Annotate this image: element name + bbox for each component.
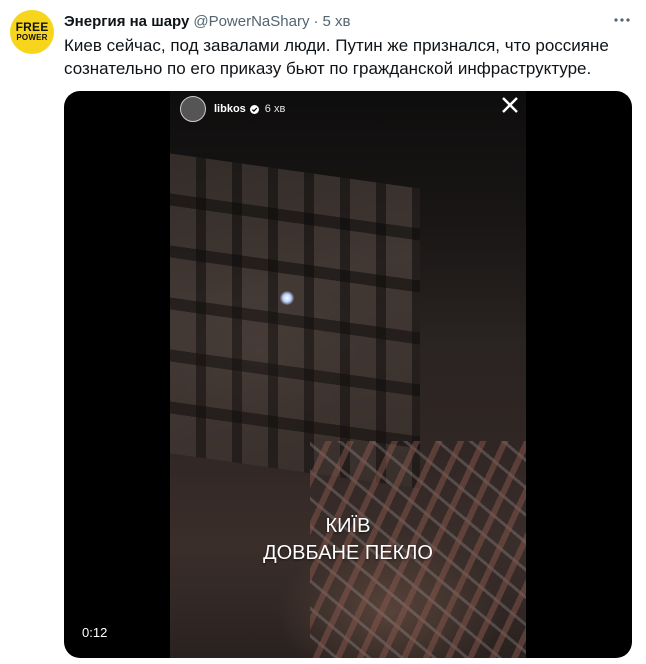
building-image [170,153,420,489]
story-video-frame: libkos 6 хв КИЇВ ДОВБАНЕ ПЕКЛО [170,91,526,658]
close-icon[interactable] [500,95,520,115]
display-name[interactable]: Энергия на шару [64,13,189,30]
avatar-text-free: FREE [15,20,49,34]
avatar-text-power: POWER [16,33,48,42]
separator-dot: · [313,12,319,30]
more-horizontal-icon[interactable] [612,10,632,30]
tweet-text: Киев сейчас, под завалами люди. Путин же… [64,36,614,78]
light-glare [280,291,294,305]
story-header: libkos 6 хв [180,95,516,123]
story-avatar [180,96,206,122]
story-username: libkos [214,103,246,115]
story-time: 6 хв [264,103,286,115]
tweet-header: Энергия на шару @PowerNaShary · 5 хв [64,11,350,31]
media-video[interactable]: libkos 6 хв КИЇВ ДОВБАНЕ ПЕКЛО 0:12 [64,91,632,658]
video-duration: 0:12 [76,622,114,643]
user-handle[interactable]: @PowerNaShary [193,13,309,30]
verified-badge-icon [249,104,259,114]
timestamp[interactable]: 5 хв [322,13,350,30]
caption-line-1: КИЇВ [325,515,371,537]
caption-line-2: ДОВБАНЕ ПЕКЛО [263,542,433,564]
avatar[interactable]: FREE POWER [10,10,54,54]
